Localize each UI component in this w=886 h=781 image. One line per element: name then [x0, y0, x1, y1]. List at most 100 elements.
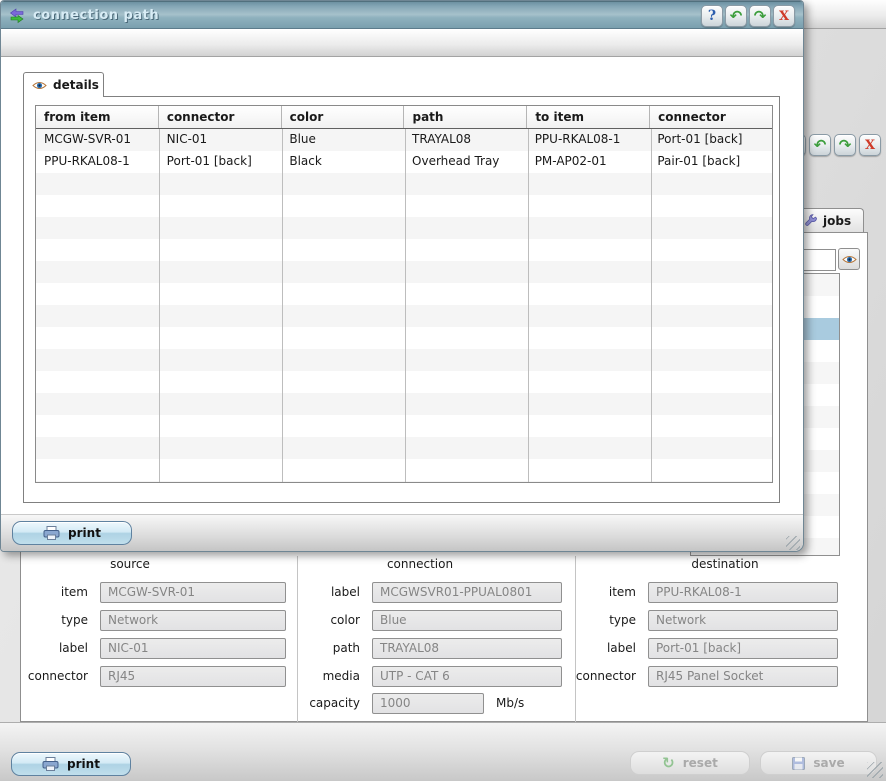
capacity-unit-label: Mb/s: [496, 693, 524, 714]
connection-label-field: MCGWSVR01-PPUAL0801: [372, 582, 562, 603]
column-header-connector: connector: [159, 106, 282, 128]
column-header-from-item: from item: [36, 106, 159, 128]
column-divider: [405, 129, 406, 482]
wrench-icon: [804, 214, 818, 228]
eye-icon: [842, 254, 857, 265]
column-header-connector-2: connector: [650, 106, 772, 128]
table-row[interactable]: MCGW-SVR-01 NIC-01 Blue TRAYAL08 PPU-RKA…: [36, 129, 772, 151]
dialog-redo-button[interactable]: ↷: [749, 5, 771, 27]
connection-capacity-label: capacity: [270, 693, 360, 714]
cell-path: Overhead Tray: [404, 151, 527, 173]
connection-media-field: UTP - CAT 6: [372, 666, 562, 687]
dialog-help-button[interactable]: ?: [701, 5, 723, 27]
connection-section-heading: connection: [330, 557, 510, 571]
undo-button[interactable]: ↶: [809, 134, 831, 156]
save-floppy-icon: [792, 757, 805, 770]
cell-path: TRAYAL08: [404, 129, 527, 151]
tab-jobs[interactable]: jobs: [798, 208, 864, 232]
screen: ? ↶ ↷ X jobs source item MCGW-SVR-01: [0, 0, 886, 781]
source-label-label: label: [10, 638, 88, 659]
dialog-titlebar[interactable]: connection path ? ↶ ↷ X: [1, 1, 803, 29]
dialog-title: connection path: [33, 8, 159, 23]
redo-arrow-icon: ↷: [754, 9, 767, 24]
column-divider: [282, 129, 283, 482]
dialog-close-button[interactable]: X: [773, 5, 795, 27]
close-icon: X: [865, 139, 875, 152]
column-header-to-item: to item: [527, 106, 650, 128]
reset-button-label: reset: [683, 756, 718, 770]
destination-type-label: type: [545, 610, 636, 631]
connection-capacity-field: 1000: [372, 693, 484, 714]
cell-color: Blue: [281, 129, 404, 151]
dialog-band: [1, 30, 803, 57]
destination-connector-field: RJ45 Panel Socket: [648, 666, 838, 687]
resize-grip[interactable]: [867, 762, 883, 778]
cell-to-item: PPU-RKAL08-1: [527, 129, 650, 151]
redo-button[interactable]: ↷: [834, 134, 856, 156]
print-button-label: print: [67, 757, 100, 771]
cell-connector-2: Port-01 [back]: [649, 129, 772, 151]
reset-button: ↻ reset: [630, 751, 750, 775]
printer-icon: [43, 526, 60, 540]
connection-color-field: Blue: [372, 610, 562, 631]
print-button[interactable]: print: [11, 752, 131, 776]
details-panel: from item connector color path to item c…: [23, 96, 780, 503]
cell-from-item: MCGW-SVR-01: [36, 129, 159, 151]
view-button[interactable]: [838, 248, 860, 270]
tab-jobs-label: jobs: [823, 214, 851, 228]
save-button: save: [760, 751, 877, 775]
dialog-undo-button[interactable]: ↶: [725, 5, 747, 27]
destination-connector-label: connector: [545, 666, 636, 687]
destination-item-field: PPU-RKAL08-1: [648, 582, 838, 603]
table-body: MCGW-SVR-01 NIC-01 Blue TRAYAL08 PPU-RKA…: [36, 129, 772, 482]
printer-icon: [42, 757, 59, 771]
undo-arrow-icon: ↶: [814, 138, 827, 153]
dialog-resize-grip[interactable]: [786, 536, 800, 550]
source-item-field: MCGW-SVR-01: [100, 582, 286, 603]
source-connector-label: connector: [10, 666, 88, 687]
dialog-print-button[interactable]: print: [12, 521, 132, 545]
column-divider: [159, 129, 160, 482]
connection-color-label: color: [270, 610, 360, 631]
cell-to-item: PM-AP02-01: [527, 151, 650, 173]
destination-label-label: label: [545, 638, 636, 659]
bottom-bar: print ↻ reset save: [0, 722, 886, 781]
swap-arrows-icon: [8, 7, 25, 27]
destination-item-label: item: [545, 582, 636, 603]
dialog-controls: ? ↶ ↷ X: [701, 5, 795, 27]
destination-type-field: Network: [648, 610, 838, 631]
source-connector-field: RJ45: [100, 666, 286, 687]
column-divider: [651, 129, 652, 482]
cell-from-item: PPU-RKAL08-1: [36, 151, 159, 173]
source-item-label: item: [10, 582, 88, 603]
connection-path-label: path: [270, 638, 360, 659]
table-header: from item connector color path to item c…: [36, 106, 772, 129]
close-button[interactable]: X: [859, 134, 881, 156]
connection-media-label: media: [270, 666, 360, 687]
cell-color: Black: [281, 151, 404, 173]
source-type-label: type: [10, 610, 88, 631]
connection-path-dialog: connection path ? ↶ ↷ X: [0, 0, 804, 552]
column-header-color: color: [282, 106, 405, 128]
source-type-field: Network: [100, 610, 286, 631]
tab-details-label: details: [53, 78, 99, 92]
save-button-label: save: [813, 756, 844, 770]
eye-icon: [32, 80, 47, 91]
connection-path-table: from item connector color path to item c…: [35, 105, 773, 483]
destination-section-heading: destination: [640, 557, 810, 571]
column-divider: [528, 129, 529, 482]
dialog-print-button-label: print: [68, 526, 101, 540]
cell-connector: NIC-01: [159, 129, 282, 151]
connection-path-field: TRAYAL08: [372, 638, 562, 659]
close-icon: X: [779, 10, 789, 23]
tab-details[interactable]: details: [23, 72, 104, 97]
redo-arrow-icon: ↷: [839, 138, 852, 153]
source-label-field: NIC-01: [100, 638, 286, 659]
table-row[interactable]: PPU-RKAL08-1 Port-01 [back] Black Overhe…: [36, 151, 772, 173]
undo-arrow-icon: ↶: [730, 9, 743, 24]
column-header-path: path: [404, 106, 527, 128]
cell-connector-2: Pair-01 [back]: [649, 151, 772, 173]
help-icon: ?: [708, 9, 716, 23]
destination-label-field: Port-01 [back]: [648, 638, 838, 659]
reset-icon: ↻: [662, 754, 675, 772]
